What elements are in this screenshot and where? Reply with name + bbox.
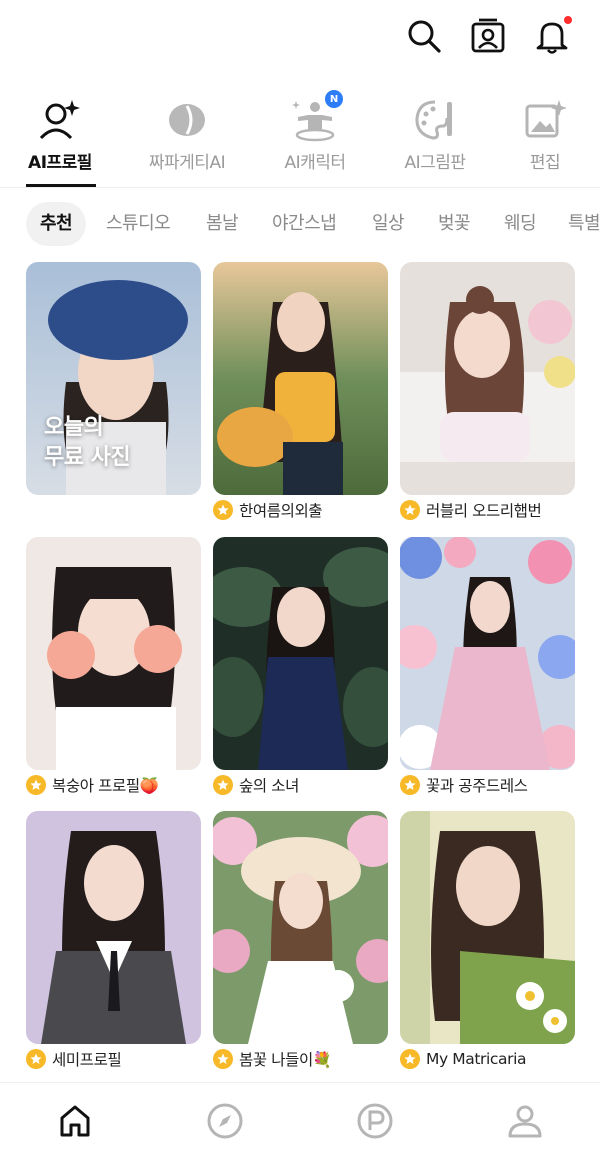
card-summer-outing[interactable]: 한여름의외출 [213,262,388,521]
bottom-navigation [0,1082,600,1166]
star-badge-icon [26,1049,46,1069]
card-caption: 세미프로필 [26,1048,201,1070]
card-semi-profile[interactable]: 세미프로필 [26,811,201,1070]
active-tab-indicator [26,184,96,187]
card-spring-outing[interactable]: 봄꽃 나들이💐 [213,811,388,1070]
profile-card-icon [471,18,505,53]
card-thumbnail [213,537,388,770]
tab-label: AI그림판 [404,153,466,173]
bell-icon [536,22,568,54]
search-button[interactable] [402,14,446,58]
card-caption: 숲의 소녀 [213,774,388,796]
chip-wedding[interactable]: 웨딩 [504,202,537,246]
point-icon [357,1103,393,1139]
card-thumbnail [26,811,201,1044]
card-thumbnail [213,811,388,1044]
chip-night-snap[interactable]: 야간스냅 [272,202,337,246]
feature-tabs: AI프로필 짜파게티AI N AI캐릭터 AI그림판 편집 [0,90,600,188]
chip-cherry-blossom[interactable]: 벚꽃 [438,202,471,246]
card-thumbnail [26,537,201,770]
tab-label: 짜파게티AI [148,153,226,173]
person-icon [508,1105,542,1138]
chip-daily[interactable]: 일상 [372,202,405,246]
card-thumbnail [400,262,575,495]
home-icon [60,1105,90,1137]
card-caption: 한여름의외출 [213,499,388,521]
tab-label: AI캐릭터 [284,153,346,173]
star-badge-icon [213,1049,233,1069]
top-bar [0,0,600,80]
card-thumbnail [213,262,388,495]
card-my-matricaria[interactable]: My Matricaria [400,811,575,1070]
free-photo-overlay-text: 오늘의 무료 사진 [44,415,131,470]
image-edit-icon [525,100,567,138]
card-thumbnail [400,537,575,770]
card-flower-princess[interactable]: 꽃과 공주드레스 [400,537,575,796]
bowl-icon [169,104,205,136]
notification-button[interactable] [530,14,574,58]
star-badge-icon [213,500,233,520]
palette-brush-icon [415,100,452,140]
tab-edit[interactable]: 편집 [485,90,600,187]
new-badge: N [325,90,343,108]
card-thumbnail: 오늘의 무료 사진 [26,262,201,495]
card-lovely-audrey[interactable]: 러블리 오드리햅번 [400,262,575,521]
nav-my-page[interactable] [505,1101,545,1141]
card-caption: 러블리 오드리햅번 [400,499,575,521]
nav-home[interactable] [55,1101,95,1141]
notification-dot [564,16,572,24]
tab-ai-character[interactable]: N AI캐릭터 [255,90,375,187]
card-caption: 꽃과 공주드레스 [400,774,575,796]
profile-card-button[interactable] [466,14,510,58]
nav-points[interactable] [355,1101,395,1141]
card-forest-girl[interactable]: 숲의 소녀 [213,537,388,796]
tab-ai-profile[interactable]: AI프로필 [0,90,120,187]
star-badge-icon [400,775,420,795]
chip-studio[interactable]: 스튜디오 [106,202,171,246]
person-sparkle-icon [39,100,80,140]
tab-label: 편집 [529,153,561,173]
card-caption: 복숭아 프로필🍑 [26,774,201,796]
star-badge-icon [213,775,233,795]
star-badge-icon [26,775,46,795]
card-peach-profile[interactable]: 복숭아 프로필🍑 [26,537,201,796]
chip-spring-day[interactable]: 봄날 [206,202,239,246]
tab-label: AI프로필 [28,153,92,173]
star-badge-icon [400,1049,420,1069]
chip-recommended[interactable]: 추천 [26,202,87,246]
card-free-photo[interactable]: 오늘의 무료 사진 [26,262,201,495]
card-caption: My Matricaria [400,1048,575,1070]
search-icon [408,20,441,53]
nav-explore[interactable] [205,1101,245,1141]
card-caption: 봄꽃 나들이💐 [213,1048,388,1070]
card-thumbnail [400,811,575,1044]
compass-icon [207,1103,243,1139]
tab-jjapagetti-ai[interactable]: 짜파게티AI [127,90,247,187]
tab-ai-drawing[interactable]: AI그림판 [375,90,495,187]
chip-special[interactable]: 특별 [568,202,600,246]
star-badge-icon [400,500,420,520]
category-chips: 추천 스튜디오 봄날 야간스냅 일상 벚꽃 웨딩 특별 [0,202,600,246]
